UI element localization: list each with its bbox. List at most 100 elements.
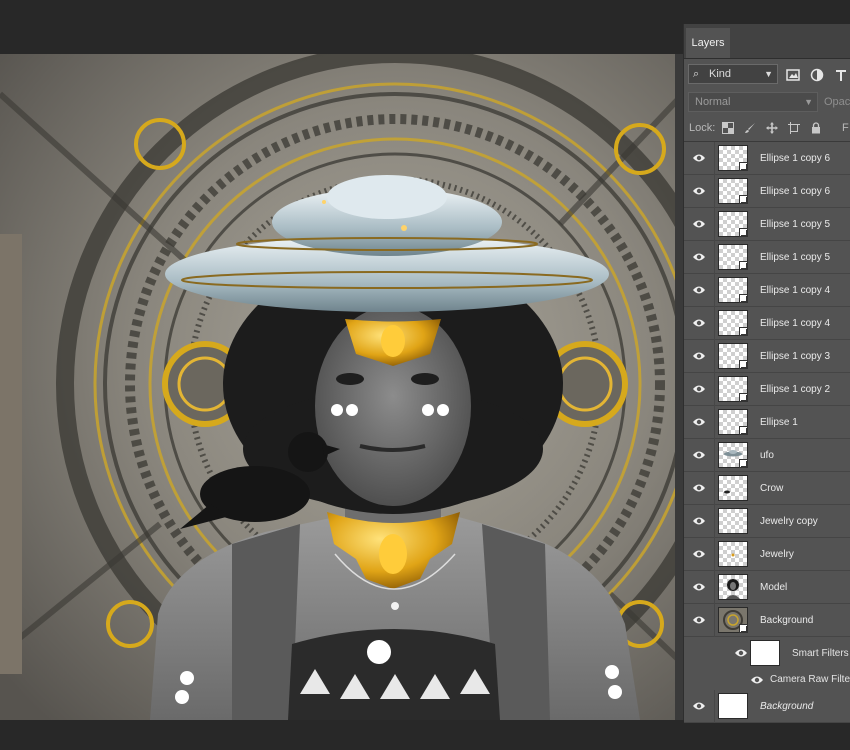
artboard-icon[interactable] [788,122,800,134]
layer-row[interactable]: Jewelry [684,538,850,571]
smart-filters-row[interactable]: Smart Filters [684,637,850,670]
eye-icon[interactable] [750,674,764,686]
smart-object-badge-icon [739,360,748,369]
layer-thumbnail [718,607,748,633]
type-filter-icon[interactable] [834,68,848,82]
eye-icon[interactable] [692,350,706,362]
divider [714,406,715,439]
divider [714,505,715,538]
layer-thumbnail [718,277,748,303]
eye-icon[interactable] [734,647,748,659]
layer-row[interactable]: Ellipse 1 copy 5 [684,208,850,241]
chevron-down-icon: ▼ [764,69,773,79]
filter-row: ⌕ Kind ▼ [684,59,850,89]
eye-icon[interactable] [692,482,706,494]
divider [714,175,715,208]
layer-thumbnail [718,211,748,237]
smart-object-badge-icon [739,162,748,171]
filter-kind-dropdown[interactable]: ⌕ Kind ▼ [688,64,778,84]
layer-name: Ellipse 1 [760,417,798,428]
layer-row[interactable]: Ellipse 1 copy 5 [684,241,850,274]
divider [714,571,715,604]
eye-icon[interactable] [692,284,706,296]
layer-row[interactable]: Ellipse 1 copy 2 [684,373,850,406]
brush-icon[interactable] [744,122,756,134]
adjustment-filter-icon[interactable] [810,68,824,82]
eye-icon[interactable] [692,581,706,593]
layer-row[interactable]: Background [684,690,850,723]
layer-row[interactable]: Crow [684,472,850,505]
eye-icon[interactable] [692,416,706,428]
divider [714,439,715,472]
smart-object-badge-icon [739,459,748,468]
blend-row: Normal ▼ Opaci [684,89,850,115]
eye-icon[interactable] [692,152,706,164]
layer-thumbnail [718,541,748,567]
divider [714,274,715,307]
layer-name: Jewelry copy [760,516,818,527]
layer-thumbnail [718,409,748,435]
layer-thumbnail [718,310,748,336]
filter-kind-label: Kind [709,68,732,80]
layer-thumbnail [718,145,748,171]
eye-icon[interactable] [692,449,706,461]
tab-layers[interactable]: Layers [686,28,730,58]
eye-icon[interactable] [692,185,706,197]
layer-thumbnail [718,343,748,369]
layer-name: Crow [760,483,784,494]
layer-row[interactable]: ufo [684,439,850,472]
layer-row[interactable]: Ellipse 1 copy 6 [684,175,850,208]
eye-icon[interactable] [692,383,706,395]
filter-mask-thumbnail[interactable] [750,640,780,666]
divider [714,307,715,340]
divider [714,373,715,406]
blend-mode-dropdown[interactable]: Normal ▼ [688,92,818,112]
layer-row[interactable]: Ellipse 1 copy 6 [684,142,850,175]
layer-thumbnail [718,693,748,719]
model-thumbnail-icon [726,579,740,599]
layer-name: Ellipse 1 copy 2 [760,384,831,395]
blend-mode-label: Normal [695,96,731,108]
eye-icon[interactable] [692,515,706,527]
divider [714,142,715,175]
layer-name: Ellipse 1 copy 4 [760,285,831,296]
padlock-icon[interactable] [810,122,822,134]
layers-panel: Layers ⌕ Kind ▼ Normal ▼ Opaci Lock: F E… [683,24,850,723]
document-canvas[interactable] [0,54,683,720]
layer-row[interactable]: Ellipse 1 copy 3 [684,340,850,373]
image-filter-icon[interactable] [786,68,800,82]
divider [714,472,715,505]
lock-pixels-icon[interactable] [722,122,734,134]
layer-name: Jewelry [760,549,794,560]
chevron-down-icon: ▼ [804,97,813,107]
eye-icon[interactable] [692,317,706,329]
layer-row[interactable]: Background [684,604,850,637]
smart-object-badge-icon [739,228,748,237]
smart-object-badge-icon [739,261,748,270]
layer-row[interactable]: Model [684,571,850,604]
layer-row[interactable]: Jewelry copy [684,505,850,538]
divider [714,690,715,723]
layer-row[interactable]: Ellipse 1 copy 4 [684,274,850,307]
layer-row[interactable]: Ellipse 1 [684,406,850,439]
smart-object-badge-icon [739,195,748,204]
crow-thumbnail-icon [724,490,730,494]
layer-name: Background [760,615,814,626]
layer-thumbnail [718,475,748,501]
camera-raw-filter-row[interactable]: Camera Raw Filter [684,670,850,691]
eye-icon[interactable] [692,218,706,230]
layer-name: ufo [760,450,774,461]
smart-filters-label: Smart Filters [792,648,849,659]
layer-row[interactable]: Ellipse 1 copy 4 [684,307,850,340]
move-icon[interactable] [766,122,778,134]
eye-icon[interactable] [692,251,706,263]
divider [714,340,715,373]
lock-label: Lock: [689,122,716,134]
eye-icon[interactable] [692,700,706,712]
layer-name: Model [760,582,788,593]
eye-icon[interactable] [692,548,706,560]
layer-name: Ellipse 1 copy 5 [760,219,831,230]
divider [714,538,715,571]
eye-icon[interactable] [692,614,706,626]
smart-object-badge-icon [739,327,748,336]
